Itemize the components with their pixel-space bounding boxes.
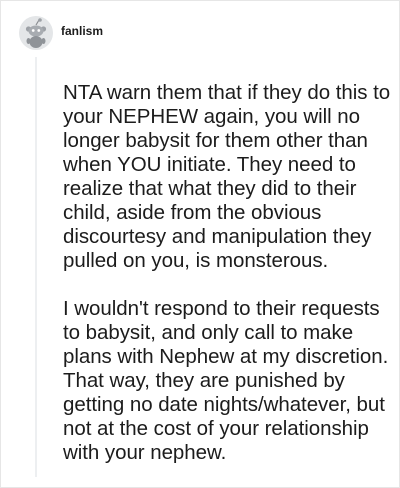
user-avatar[interactable] <box>19 16 53 50</box>
comment-header: fanlism <box>19 16 103 50</box>
comment-username[interactable]: fanlism <box>61 24 103 38</box>
comment-card: fanlism NTA warn them that if they do th… <box>0 0 400 488</box>
thread-collapse-line[interactable] <box>35 57 37 477</box>
comment-paragraph: NTA warn them that if they do this to yo… <box>63 81 391 272</box>
comment-body: NTA warn them that if they do this to yo… <box>63 81 395 488</box>
comment-paragraph: I wouldn't respond to their requests to … <box>63 297 389 464</box>
snoo-avatar-icon <box>19 16 53 50</box>
